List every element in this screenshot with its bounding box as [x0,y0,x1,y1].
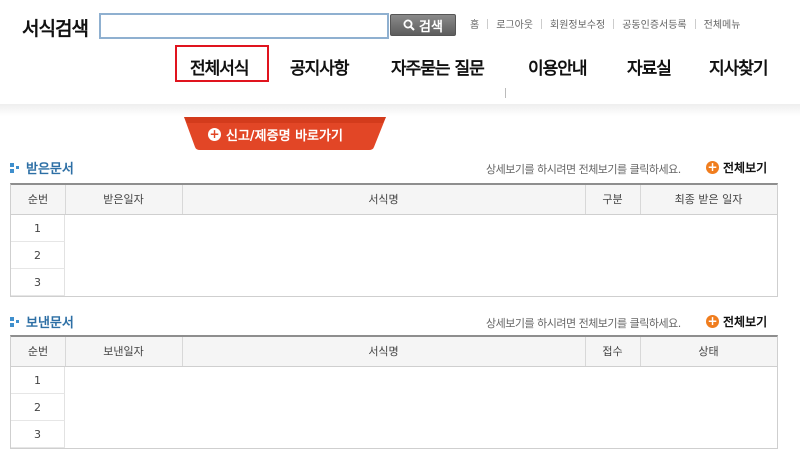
received-view-all-label: 전체보기 [723,161,768,175]
row-number: 3 [11,421,65,448]
gnb-divider [505,88,506,98]
column-header: 서식명 [368,345,399,358]
sent-table: 순번 보낸일자 서식명 접수 상태 1 2 3 [10,335,778,449]
table-header: 순번 받은일자 서식명 구분 최종 받은 일자 [11,185,777,215]
section-bullet-icon [10,316,20,327]
search-label: 서식검색 [22,18,89,40]
search-button-label: 검색 [419,19,443,35]
gnb-item-notices[interactable]: 공지사항 [290,54,350,79]
util-separator [487,18,489,29]
util-separator [694,18,696,29]
table-header: 순번 보낸일자 서식명 접수 상태 [11,337,777,367]
search-input[interactable] [99,13,389,39]
column-header: 구분 [602,193,623,206]
gnb-item-faq[interactable]: 자주묻는 질문 [391,54,485,79]
util-link-edit-member[interactable]: 회원정보수정 [550,16,605,31]
row-number: 3 [11,269,65,296]
shortcut-button[interactable]: + 신고/제증명 바로가기 [180,117,390,151]
column-header: 접수 [602,345,623,358]
column-header: 상태 [698,345,719,358]
shortcut-content: + 신고/제증명 바로가기 [208,125,343,144]
sent-section-title: 보낸문서 [10,312,74,331]
table-row[interactable]: 1 [11,367,777,394]
util-link-home[interactable]: 홈 [470,16,479,31]
util-link-all-menu[interactable]: 전체메뉴 [704,16,741,31]
column-header: 보낸일자 [103,345,144,358]
column-header: 최종 받은 일자 [674,193,743,206]
column-header: 받은일자 [103,193,144,206]
utility-links: 홈 로그아웃 회원정보수정 공동인증서등록 전체메뉴 [470,16,740,31]
sent-title-text: 보낸문서 [26,316,74,331]
row-number: 2 [11,242,65,269]
plus-circle-icon: + [208,127,221,141]
received-title-text: 받은문서 [26,162,74,177]
util-link-certificate[interactable]: 공동인증서등록 [622,16,686,31]
table-row[interactable]: 2 [11,394,777,421]
section-bullet-icon [10,162,20,173]
plus-circle-icon: + [706,160,719,174]
table-row[interactable]: 2 [11,242,777,269]
plus-circle-icon: + [706,314,719,328]
header: 서식검색 검색 홈 로그아웃 회원정보수정 공동인증서등록 전체메뉴 전체서식 … [0,0,800,104]
column-header: 순번 [27,193,49,206]
gnb-item-guide[interactable]: 이용안내 [528,54,588,79]
column-header: 서식명 [368,193,399,206]
row-number: 2 [11,394,65,421]
util-separator [613,18,615,29]
received-table: 순번 받은일자 서식명 구분 최종 받은 일자 1 2 3 [10,183,778,297]
sent-hint: 상세보기를 하시려면 전체보기를 클릭하세요. [486,317,681,330]
table-row[interactable]: 1 [11,215,777,242]
shortcut-label: 신고/제증명 바로가기 [226,129,343,144]
received-section-title: 받은문서 [10,158,74,177]
search-icon [403,19,415,31]
column-header: 순번 [27,345,49,358]
table-row[interactable]: 3 [11,421,777,448]
header-shadow [0,104,800,116]
util-separator [541,18,543,29]
received-hint: 상세보기를 하시려면 전체보기를 클릭하세요. [486,163,681,176]
received-view-all-button[interactable]: + 전체보기 [706,159,767,176]
table-row[interactable]: 3 [11,269,777,296]
sent-view-all-button[interactable]: + 전체보기 [706,313,767,330]
util-link-logout[interactable]: 로그아웃 [496,16,533,31]
gnb-item-branch-locator[interactable]: 지사찾기 [709,54,769,79]
row-number: 1 [11,367,65,394]
sent-view-all-label: 전체보기 [723,315,768,329]
search-button[interactable]: 검색 [390,14,456,36]
gnb-item-all-forms[interactable]: 전체서식 [190,54,250,79]
gnb-item-library[interactable]: 자료실 [627,54,672,79]
row-number: 1 [11,215,65,242]
